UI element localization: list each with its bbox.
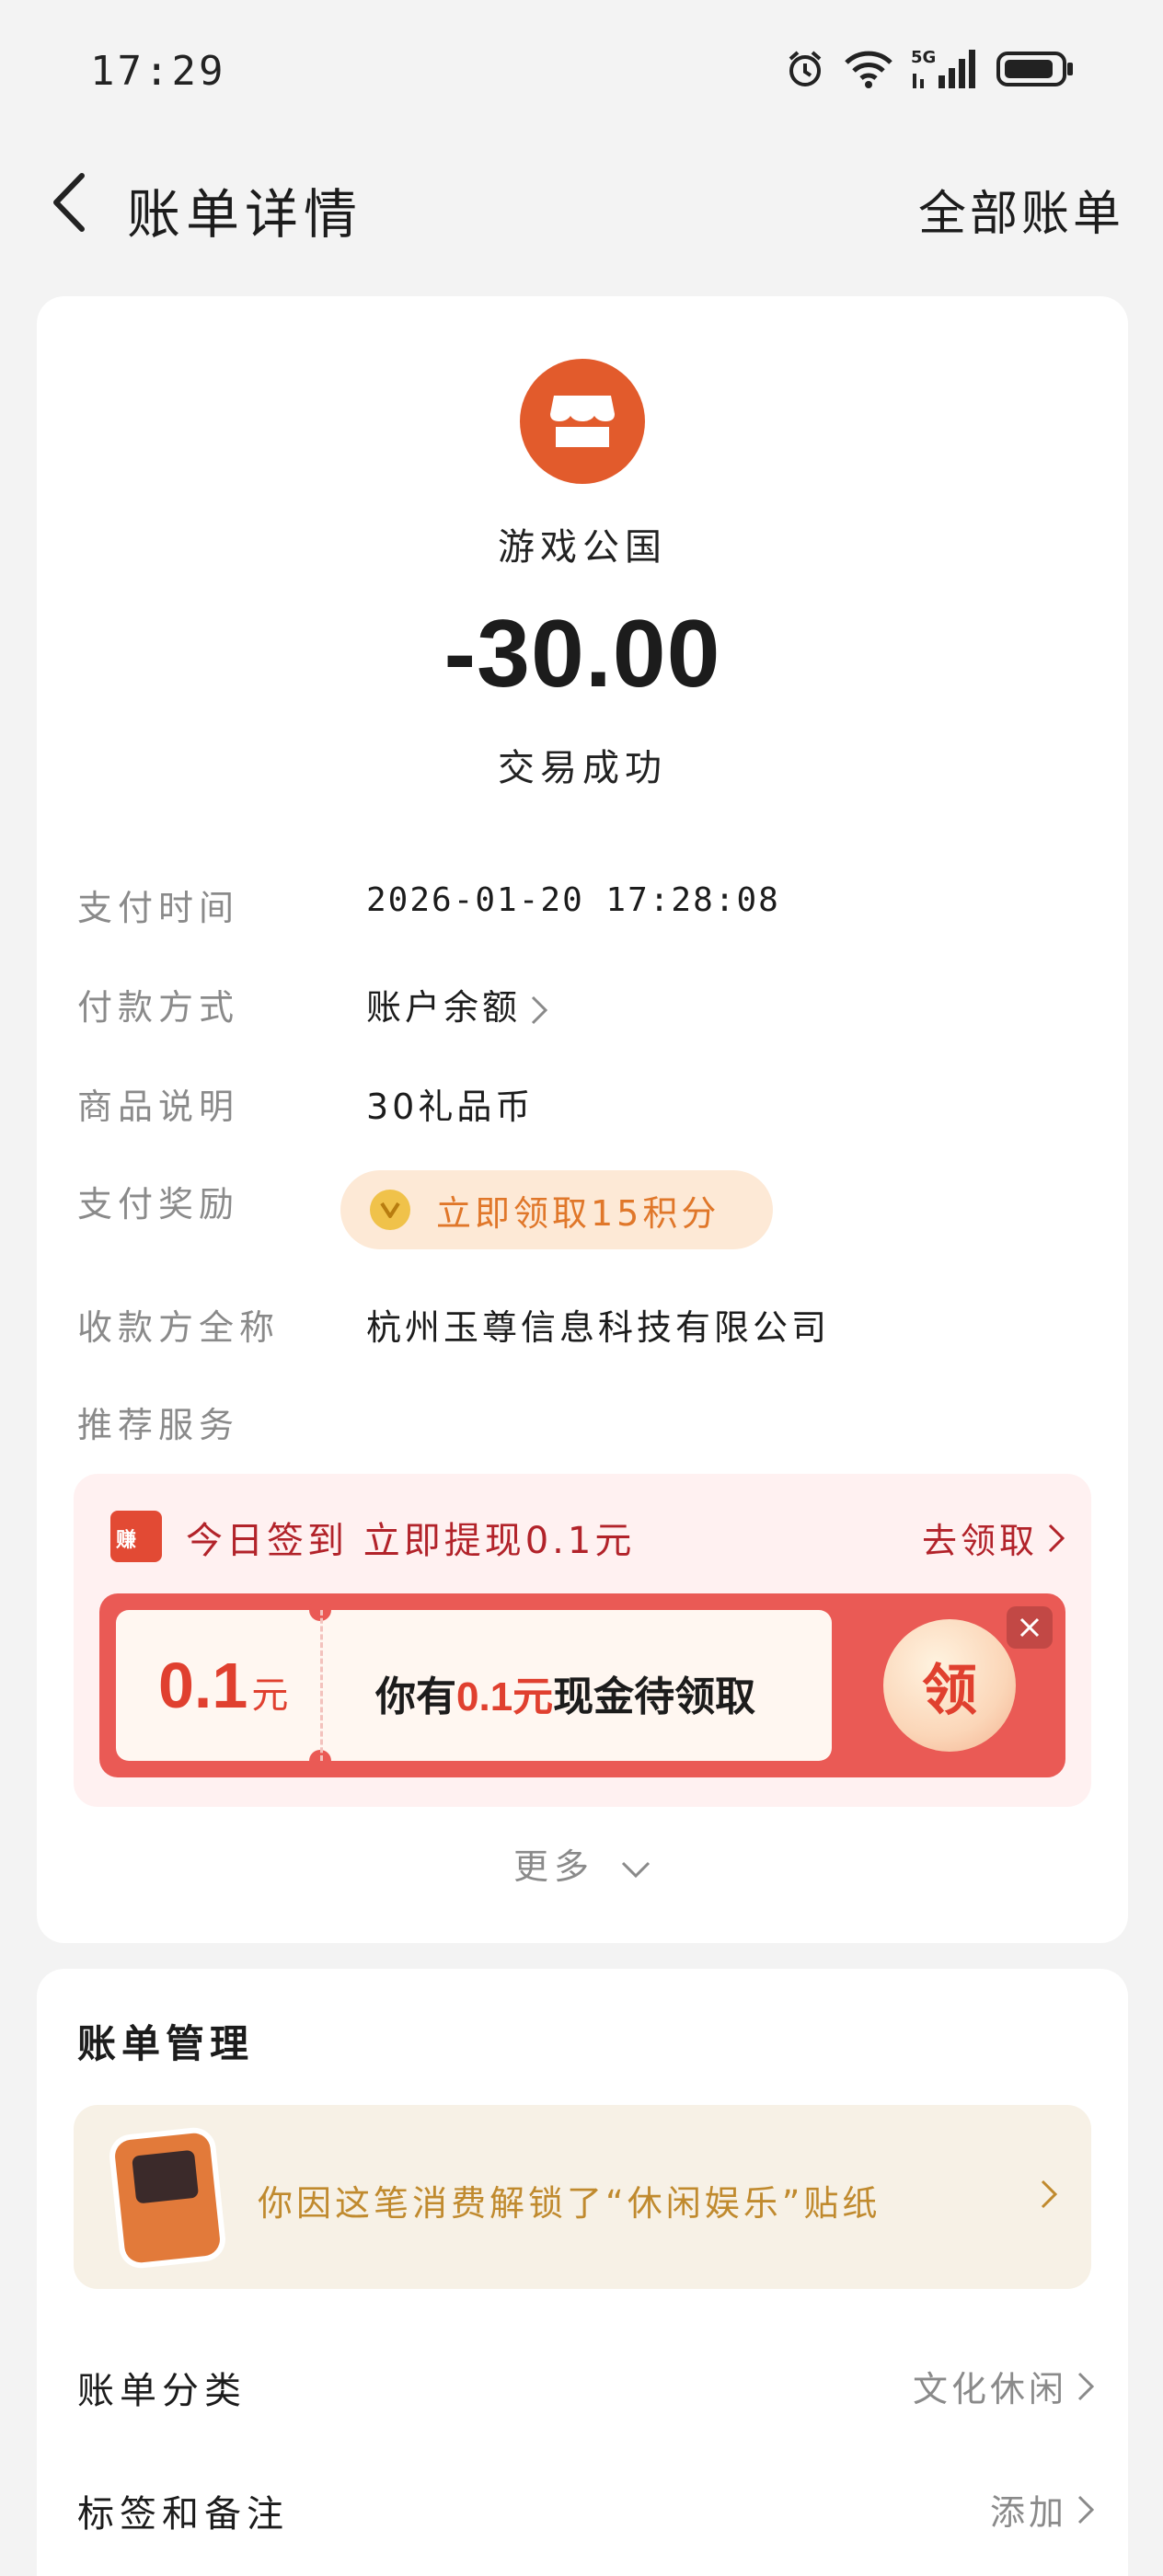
calendar-earn-icon: 赚 <box>110 1511 162 1562</box>
coupon-description: 你有0.1元现金待领取 <box>375 1674 756 1719</box>
game-console-sticker-icon <box>113 2131 222 2265</box>
payment-method-text: 账户余额 <box>366 987 522 1028</box>
more-label: 更多 <box>512 1846 594 1887</box>
store-icon <box>550 396 615 447</box>
reward-label: 支付奖励 <box>77 1184 240 1225</box>
promo-link-text: 去领取 <box>921 1521 1038 1561</box>
chevron-right-icon <box>531 995 548 1024</box>
transaction-card: 游戏公国 -30.00 交易成功 支付时间 2026-01-20 17:28:0… <box>37 296 1128 1943</box>
coupon-claim-button[interactable]: 领 <box>883 1619 1016 1752</box>
wifi-icon <box>843 48 894 90</box>
5g-signal-icon: 5G <box>911 46 979 92</box>
bill-management-card: 账单管理 你因这笔消费解锁了“休闲娱乐”贴纸 账单分类 文化休闲 标签和备注 添… <box>37 1969 1128 2576</box>
payment-method-value[interactable]: 账户余额 <box>366 979 548 1029</box>
status-icons: 5G <box>784 46 1077 92</box>
nav-bar: 账单详情 全部账单 <box>0 147 1163 258</box>
alarm-icon <box>784 48 826 90</box>
chevron-right-icon <box>1048 1524 1065 1552</box>
chevron-right-icon <box>1041 2179 1058 2209</box>
tags-notes-label: 标签和备注 <box>77 2493 289 2536</box>
tags-notes-value[interactable]: 添加 <box>990 2484 1095 2535</box>
svg-text:5G: 5G <box>911 48 936 67</box>
page-title: 账单详情 <box>127 183 363 246</box>
bill-category-value[interactable]: 文化休闲 <box>913 2361 1095 2411</box>
back-button[interactable] <box>37 167 101 237</box>
cash-coupon[interactable]: 0.1 元 你有0.1元现金待领取 领 <box>99 1593 1065 1777</box>
merchant-name: 游戏公国 <box>498 526 667 569</box>
battery-icon <box>996 49 1077 89</box>
coupon-amount: 0.1 元 <box>158 1650 289 1721</box>
bill-category-label: 账单分类 <box>77 2370 247 2412</box>
status-time: 17:29 <box>90 48 226 95</box>
recommend-label: 推荐服务 <box>77 1405 240 1445</box>
chevron-right-icon <box>1077 2372 1095 2400</box>
status-bar: 17:29 5G <box>0 0 1163 138</box>
bill-management-title: 账单管理 <box>77 2021 255 2066</box>
close-icon[interactable] <box>1007 1606 1053 1649</box>
promo-box: 赚 今日签到 立即提现0.1元 去领取 0.1 元 你有0.1元现金待领取 领 <box>74 1474 1091 1807</box>
promo-title: 今日签到 立即提现0.1元 <box>186 1520 636 1562</box>
all-bills-link[interactable]: 全部账单 <box>918 175 1124 244</box>
chevron-right-icon <box>1077 2495 1095 2524</box>
item-value: 30礼品币 <box>366 1087 535 1127</box>
reward-claim-button[interactable]: 立即领取15积分 <box>340 1170 773 1249</box>
transaction-amount: -30.00 <box>443 601 721 707</box>
points-coin-icon <box>370 1190 410 1230</box>
sticker-text: 你因这笔消费解锁了“休闲娱乐”贴纸 <box>258 2183 881 2224</box>
chevron-left-icon <box>53 173 85 232</box>
transaction-status: 交易成功 <box>498 747 667 789</box>
payee-value: 杭州玉尊信息科技有限公司 <box>366 1307 831 1348</box>
payee-label: 收款方全称 <box>77 1307 281 1348</box>
item-label: 商品说明 <box>77 1087 240 1127</box>
pay-time-label: 支付时间 <box>77 888 240 928</box>
merchant-logo <box>520 359 645 484</box>
promo-claim-link[interactable]: 去领取 <box>922 1512 1065 1563</box>
more-toggle[interactable]: 更多 <box>37 1838 1128 1889</box>
payment-method-label: 付款方式 <box>77 987 240 1028</box>
reward-text: 立即领取15积分 <box>436 1192 720 1234</box>
pay-time-value: 2026-01-20 17:28:08 <box>366 881 780 919</box>
sticker-unlock-banner[interactable]: 你因这笔消费解锁了“休闲娱乐”贴纸 <box>74 2105 1091 2289</box>
coupon-body: 0.1 元 你有0.1元现金待领取 <box>116 1599 832 1772</box>
chevron-down-icon <box>621 1861 651 1878</box>
